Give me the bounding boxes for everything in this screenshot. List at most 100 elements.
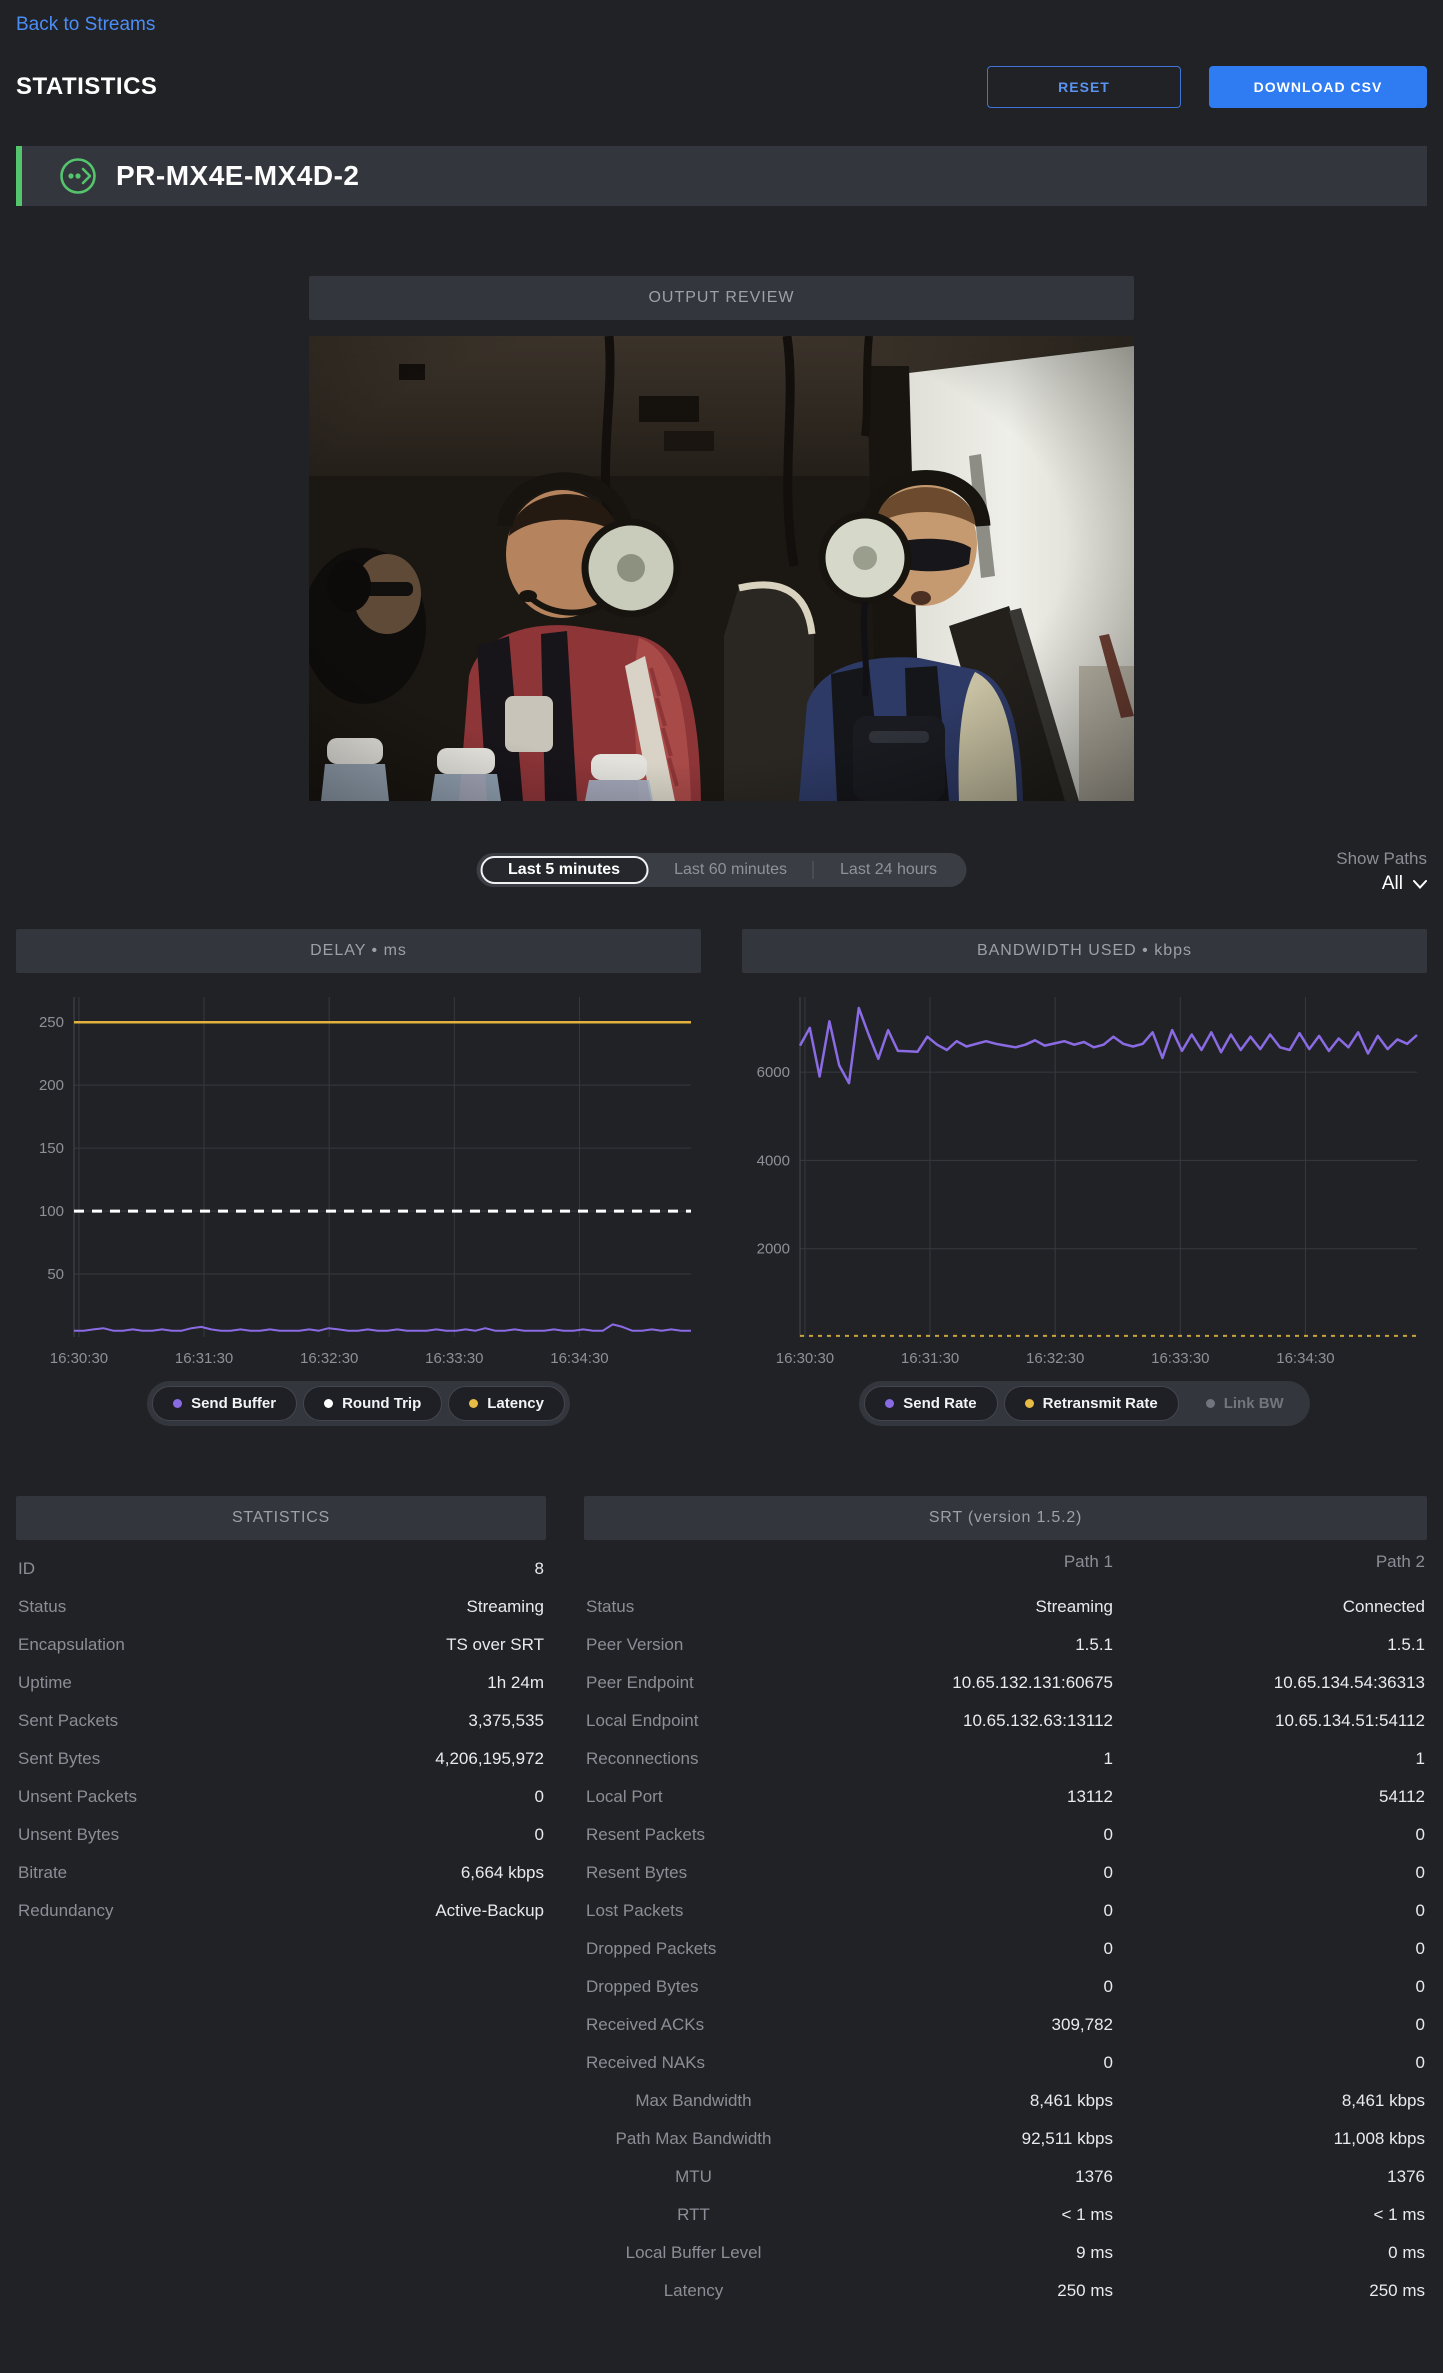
srt-path-header-row: Path 1 Path 2 — [584, 1540, 1427, 1578]
download-csv-button[interactable]: DOWNLOAD CSV — [1209, 66, 1427, 108]
table-row: Peer Version1.5.11.5.1 — [584, 1626, 1427, 1664]
svg-text:16:30:30: 16:30:30 — [776, 1350, 834, 1367]
stream-output-icon — [58, 156, 98, 196]
row-label: RTT — [586, 2205, 801, 2225]
stream-title-bar: PR-MX4E-MX4D-2 — [16, 146, 1427, 206]
table-row: RTT< 1 ms< 1 ms — [584, 2196, 1427, 2234]
table-row: Received NAKs00 — [584, 2044, 1427, 2082]
svg-text:16:34:30: 16:34:30 — [1276, 1350, 1334, 1367]
svg-text:4000: 4000 — [757, 1152, 790, 1169]
table-row: Latency250 ms250 ms — [584, 2272, 1427, 2310]
tab-last-24-hours[interactable]: Last 24 hours — [814, 856, 963, 884]
row-value: 1.5.1 — [1113, 1635, 1425, 1655]
legend-dot — [173, 1399, 182, 1408]
row-value: 0 — [1113, 2015, 1425, 2035]
table-row: Max Bandwidth8,461 kbps8,461 kbps — [584, 2082, 1427, 2120]
row-label: Encapsulation — [18, 1635, 125, 1655]
row-label: MTU — [586, 2167, 801, 2187]
legend-dot — [885, 1399, 894, 1408]
path1-column-header: Path 1 — [801, 1552, 1113, 1572]
bandwidth-chart: 20004000600016:30:3016:31:3016:32:3016:3… — [742, 981, 1427, 1371]
row-value: Active-Backup — [435, 1901, 544, 1921]
table-row: Bitrate 6,664 kbps — [16, 1854, 546, 1892]
statistics-table-header: STATISTICS — [16, 1496, 546, 1540]
row-value: 10.65.132.63:13112 — [801, 1711, 1113, 1731]
svg-text:16:30:30: 16:30:30 — [50, 1350, 108, 1367]
table-row: Local Buffer Level9 ms0 ms — [584, 2234, 1427, 2272]
row-value: 0 — [801, 1825, 1113, 1845]
bandwidth-chart-panel: BANDWIDTH USED • kbps 20004000600016:30:… — [742, 929, 1427, 1426]
back-to-streams-link[interactable]: Back to Streams — [16, 14, 155, 36]
show-paths-label: Show Paths — [1336, 849, 1427, 869]
legend-label: Latency — [487, 1395, 544, 1412]
reset-button[interactable]: RESET — [987, 66, 1181, 108]
srt-table-rows: StatusStreamingConnectedPeer Version1.5.… — [584, 1588, 1427, 2310]
delay-chart: 5010015020025016:30:3016:31:3016:32:3016… — [16, 981, 701, 1371]
row-value: 0 — [1113, 2053, 1425, 2073]
svg-text:16:32:30: 16:32:30 — [1026, 1350, 1084, 1367]
legend-dot — [469, 1399, 478, 1408]
svg-text:16:31:30: 16:31:30 — [175, 1350, 233, 1367]
legend-item-round-trip[interactable]: Round Trip — [303, 1386, 442, 1421]
table-row: Dropped Bytes00 — [584, 1968, 1427, 2006]
svg-text:250: 250 — [39, 1014, 64, 1031]
path2-column-header: Path 2 — [1113, 1552, 1425, 1572]
delay-chart-panel: DELAY • ms 5010015020025016:30:3016:31:3… — [16, 929, 701, 1426]
output-review-section: OUTPUT REVIEW — [309, 276, 1134, 801]
legend-label: Round Trip — [342, 1395, 421, 1412]
svg-text:16:31:30: 16:31:30 — [901, 1350, 959, 1367]
legend-item-send-rate[interactable]: Send Rate — [864, 1386, 997, 1421]
row-label: Local Endpoint — [586, 1711, 801, 1731]
row-value: 0 — [801, 2053, 1113, 2073]
output-review-video — [309, 336, 1134, 801]
srt-table-header: SRT (version 1.5.2) — [584, 1496, 1427, 1540]
show-paths-dropdown[interactable]: All — [1382, 873, 1427, 895]
table-row: Sent Packets3,375,535 — [16, 1702, 546, 1740]
show-paths-value: All — [1382, 873, 1403, 895]
row-label: Path Max Bandwidth — [586, 2129, 801, 2149]
svg-text:100: 100 — [39, 1203, 64, 1220]
legend-item-retransmit-rate[interactable]: Retransmit Rate — [1004, 1386, 1179, 1421]
legend-label: Link BW — [1224, 1395, 1284, 1412]
row-value: 10.65.134.51:54112 — [1113, 1711, 1425, 1731]
legend-label: Send Buffer — [191, 1395, 276, 1412]
row-value: < 1 ms — [1113, 2205, 1425, 2225]
row-label: Reconnections — [586, 1749, 801, 1769]
legend-dot — [324, 1399, 333, 1408]
row-label: Received ACKs — [586, 2015, 801, 2035]
row-label: Max Bandwidth — [586, 2091, 801, 2111]
row-value: 250 ms — [1113, 2281, 1425, 2301]
table-row: Resent Packets00 — [584, 1816, 1427, 1854]
row-value: 309,782 — [801, 2015, 1113, 2035]
row-value: 4,206,195,972 — [435, 1749, 544, 1769]
row-label: Resent Packets — [586, 1825, 801, 1845]
row-label: Status — [18, 1597, 66, 1617]
legend-item-latency[interactable]: Latency — [448, 1386, 565, 1421]
svg-text:16:33:30: 16:33:30 — [1151, 1350, 1209, 1367]
row-value: 0 — [535, 1787, 544, 1807]
row-value: 8 — [535, 1559, 544, 1579]
row-value: 0 — [1113, 1977, 1425, 1997]
header-buttons: RESET DOWNLOAD CSV — [987, 66, 1427, 108]
row-value: 0 — [1113, 1901, 1425, 1921]
row-value: 1.5.1 — [801, 1635, 1113, 1655]
row-label: Redundancy — [18, 1901, 113, 1921]
statistics-table: STATISTICS ID8StatusStreamingEncapsulati… — [16, 1496, 546, 1930]
row-value: Streaming — [467, 1597, 544, 1617]
row-label: Bitrate — [18, 1863, 67, 1883]
table-row: Received ACKs309,7820 — [584, 2006, 1427, 2044]
row-value: 11,008 kbps — [1113, 2129, 1425, 2149]
stream-name: PR-MX4E-MX4D-2 — [116, 160, 359, 192]
svg-text:16:34:30: 16:34:30 — [550, 1350, 608, 1367]
tab-last-5-minutes[interactable]: Last 5 minutes — [480, 856, 648, 884]
row-value: 6,664 kbps — [461, 1863, 544, 1883]
legend-label: Send Rate — [903, 1395, 976, 1412]
legend-item-link-bw[interactable]: Link BW — [1185, 1386, 1305, 1421]
row-value: 0 — [1113, 1863, 1425, 1883]
row-label: Sent Packets — [18, 1711, 118, 1731]
row-value: 0 — [801, 1939, 1113, 1959]
delay-chart-title: DELAY • ms — [16, 929, 701, 973]
legend-item-send-buffer[interactable]: Send Buffer — [152, 1386, 297, 1421]
table-row: Unsent Bytes0 — [16, 1816, 546, 1854]
tab-last-60-minutes[interactable]: Last 60 minutes — [648, 856, 813, 884]
